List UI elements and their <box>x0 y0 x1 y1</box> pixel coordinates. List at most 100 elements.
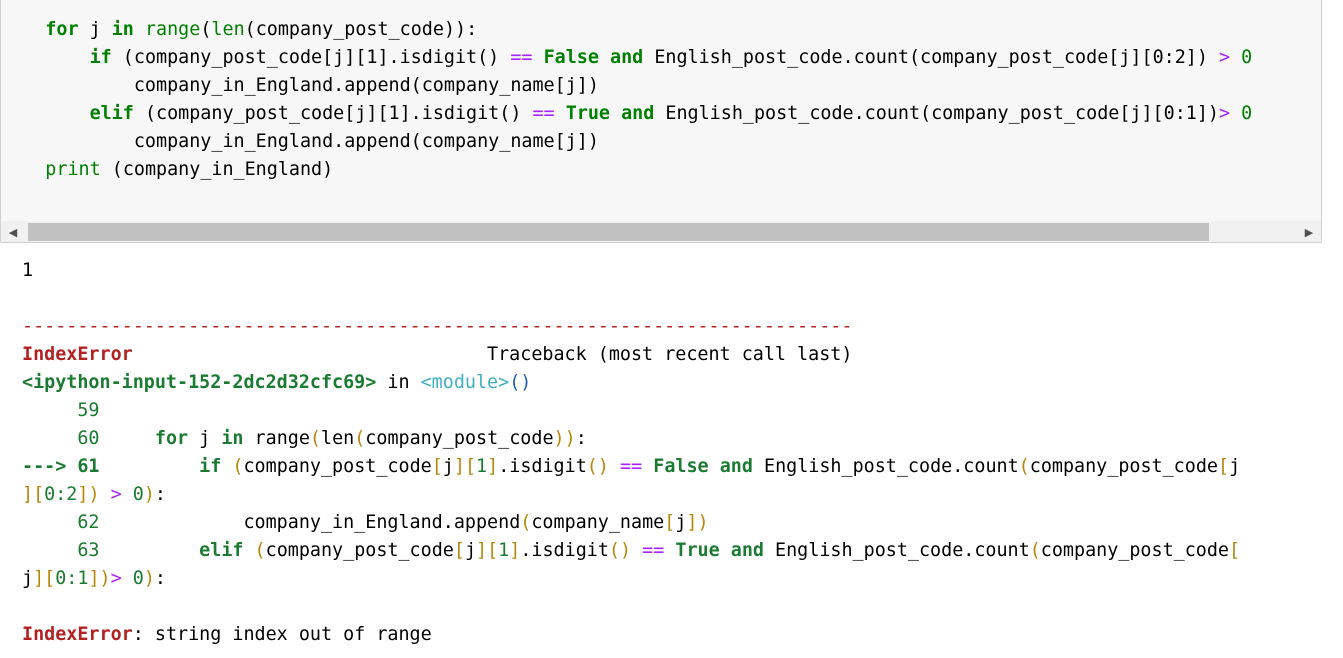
code-token: j <box>188 428 222 449</box>
code-token: ][ <box>33 568 56 589</box>
code-editor[interactable]: for j in range(len(company_post_code)): … <box>1 16 1252 184</box>
code-token: j <box>675 512 687 533</box>
code-token: ][ <box>22 484 45 505</box>
code-token: j <box>78 19 112 40</box>
code-token: j <box>442 456 454 477</box>
code-token: ) <box>143 484 155 505</box>
output-line: ][0:2]) > 0): <box>22 481 1240 509</box>
output-line: 59 <box>22 397 1240 425</box>
code-token: English_post_code.count(company_post_cod… <box>654 103 1219 124</box>
code-token: [ <box>1229 540 1241 561</box>
output-line: ----------------------------------------… <box>22 313 1240 341</box>
code-token: and <box>719 456 753 477</box>
code-token: .isdigit <box>520 540 609 561</box>
code-token: .count <box>952 456 1019 477</box>
code-token: for <box>45 19 79 40</box>
code-token: and <box>730 540 764 561</box>
code-token: elif <box>89 103 134 124</box>
code-token: 1 <box>22 260 34 281</box>
code-token: ] <box>509 540 521 561</box>
code-line: if (company_post_code[j][1].isdigit() ==… <box>1 44 1253 72</box>
code-token: == <box>532 103 555 124</box>
code-token: ( <box>1029 540 1041 561</box>
code-token: company_post_code <box>265 540 454 561</box>
code-token: False <box>543 47 599 68</box>
code-token: > <box>110 568 122 589</box>
output-line: ​ <box>22 285 1240 313</box>
code-token: 62 <box>22 512 100 533</box>
code-token: ----------------------------------------… <box>22 316 853 337</box>
scrollbar-thumb[interactable] <box>28 223 1209 241</box>
code-token: 60 <box>22 428 100 449</box>
code-token: company_post_code <box>1029 456 1218 477</box>
code-token: company_in_England <box>99 512 443 533</box>
output-line: IndexError: string index out of range <box>22 621 1240 649</box>
code-token: ][ <box>476 540 499 561</box>
code-cell[interactable]: for j in range(len(company_post_code)): … <box>0 0 1322 243</box>
code-token: 0 <box>132 568 144 589</box>
code-token: Traceback (most recent call last) <box>132 344 853 365</box>
code-token: ]) <box>88 568 111 589</box>
code-token: . <box>498 456 510 477</box>
code-token: == <box>642 540 665 561</box>
code-token: == <box>510 47 533 68</box>
cell-output: 1 ​ --------------------------------------… <box>22 257 1240 649</box>
code-token: )) <box>553 428 576 449</box>
output-line: <ipython-input-152-2dc2d32cfc69> in <mod… <box>22 369 1240 397</box>
horizontal-scrollbar[interactable]: ◀ ▶ <box>1 221 1321 242</box>
code-token: j <box>1229 456 1241 477</box>
code-token: (company_in_England) <box>100 159 334 180</box>
code-token: 0:2 <box>44 484 78 505</box>
scroll-left-icon[interactable]: ◀ <box>4 221 22 242</box>
code-token: j <box>22 568 34 589</box>
code-token: True <box>675 540 720 561</box>
output-line: 60 for j in range(len(company_post_code)… <box>22 425 1240 453</box>
code-token: in <box>376 372 421 393</box>
code-token: 0:1 <box>55 568 89 589</box>
code-token: ]) <box>686 512 709 533</box>
code-token: company_post_code <box>243 456 432 477</box>
code-token: () <box>608 540 632 561</box>
output-line: 63 elif (company_post_code[j][1].isdigit… <box>22 537 1240 565</box>
scroll-right-icon[interactable]: ▶ <box>1300 221 1318 242</box>
code-token: 59 <box>22 400 100 421</box>
code-token: company_post_code <box>365 428 554 449</box>
code-token: False <box>653 456 709 477</box>
code-token: ) <box>143 568 155 589</box>
code-token: (company_post_code[j][1].isdigit() <box>133 103 533 124</box>
code-token: > <box>1219 103 1231 124</box>
code-token: if <box>89 47 112 68</box>
code-token: in <box>221 428 244 449</box>
code-token: [ <box>453 540 465 561</box>
code-token: ]) <box>77 484 100 505</box>
code-token: len <box>321 428 355 449</box>
code-token: [ <box>1217 456 1230 477</box>
code-token: j <box>464 540 477 561</box>
code-token: True <box>565 103 611 124</box>
output-line: 1 <box>22 257 1240 285</box>
code-line: for j in range(len(company_post_code)): <box>1 16 1252 44</box>
code-token: in <box>111 19 134 40</box>
code-token: 1 <box>498 540 510 561</box>
output-line: ---> 61 if (company_post_code[j][1].isdi… <box>22 453 1240 481</box>
code-token: ][ <box>453 456 477 477</box>
code-token: 0 <box>1241 103 1253 124</box>
output-line: 62 company_in_England.append(company_nam… <box>22 509 1240 537</box>
